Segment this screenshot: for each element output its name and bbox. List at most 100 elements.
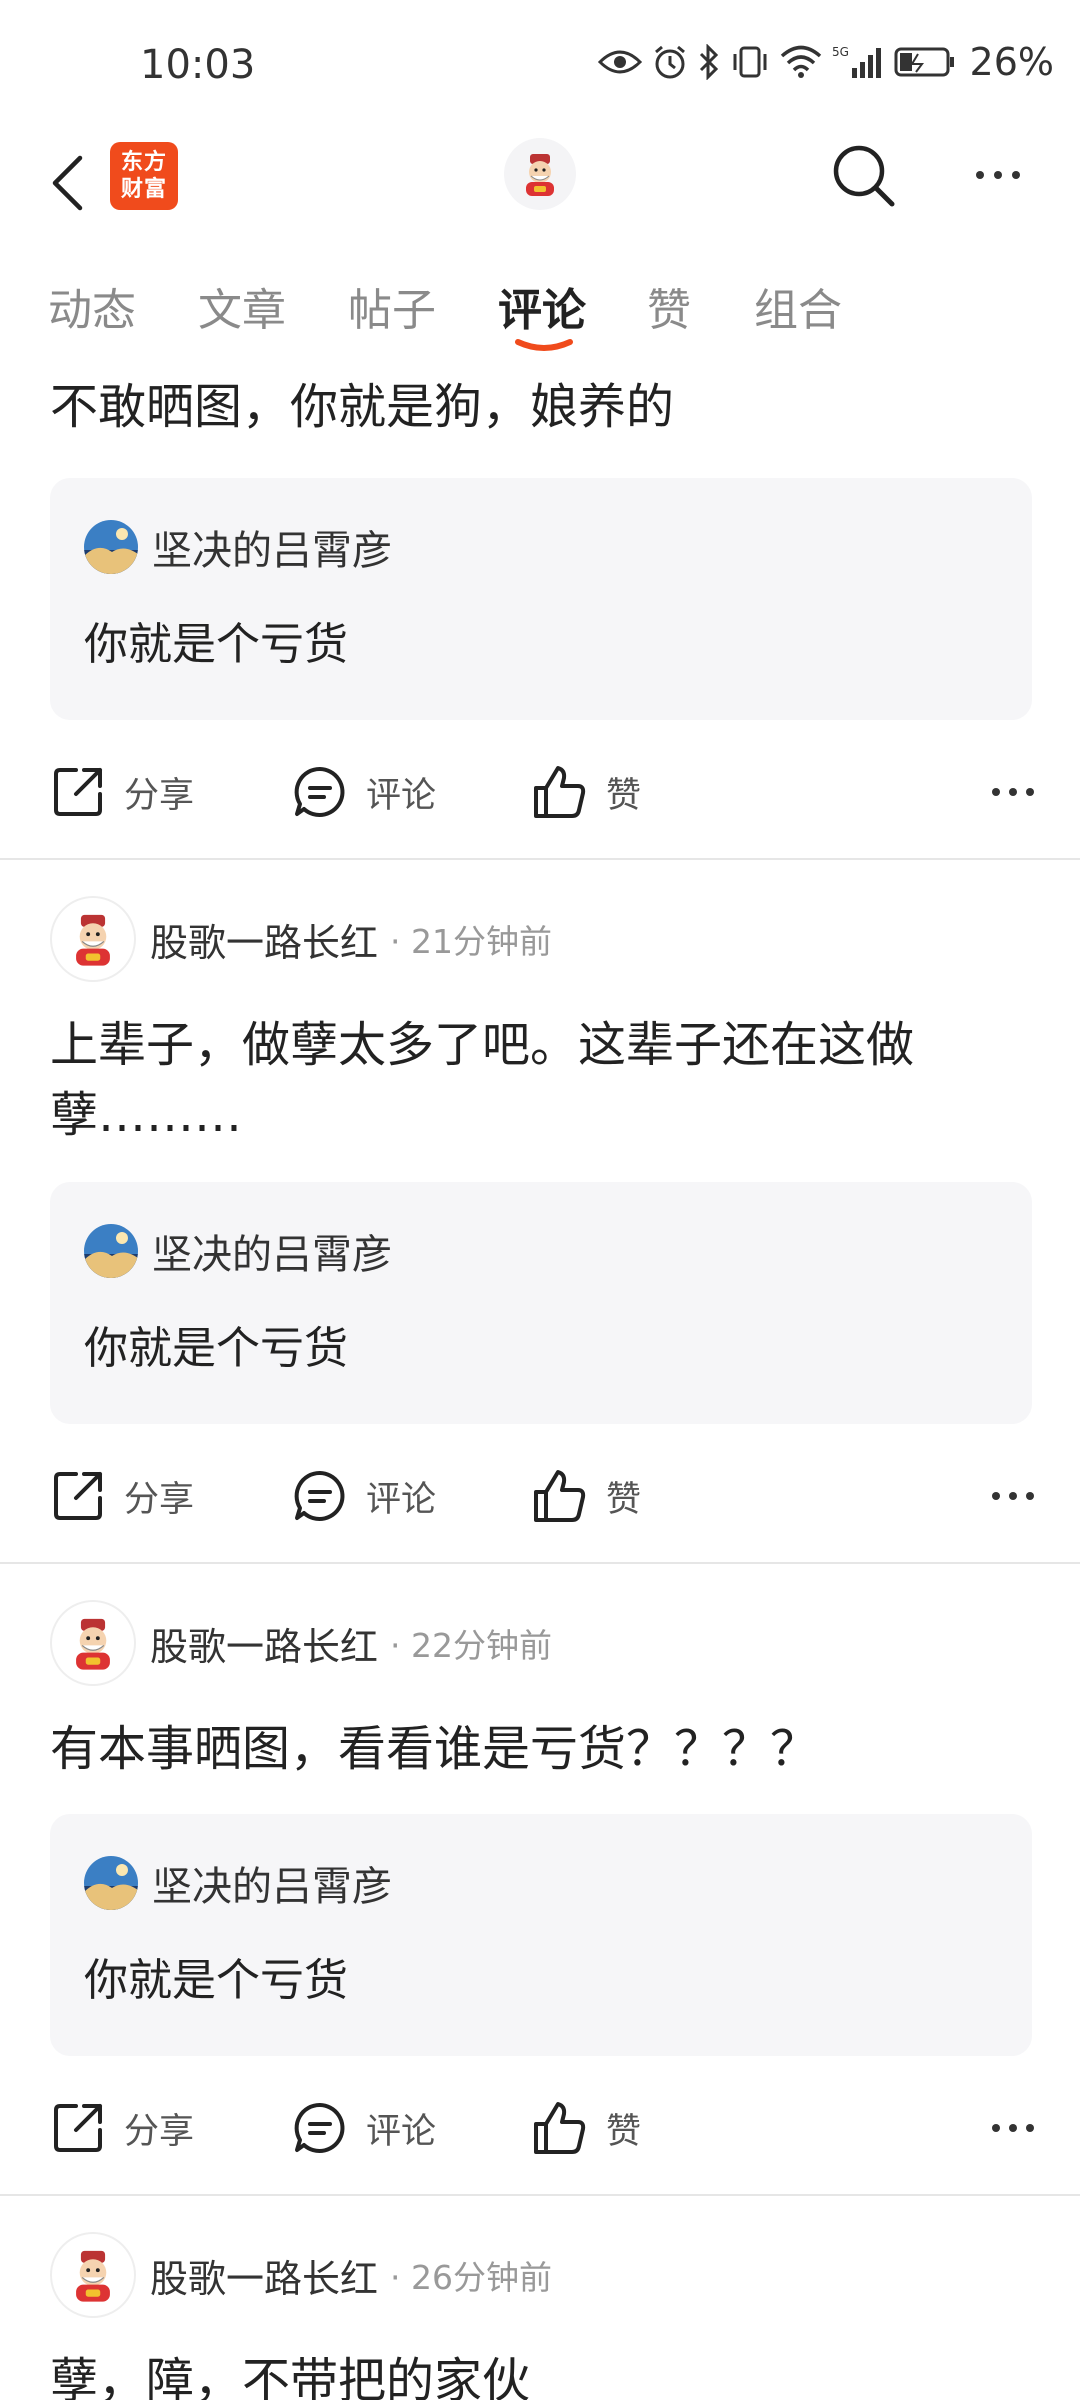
app-logo[interactable]: 东方 财富 [110,142,178,210]
comment-label: 评论 [366,775,437,816]
quoted-author: 坚决的吕霄彦 [84,1222,392,1280]
battery-icon [894,47,954,77]
nav-bar: 东方 财富 [0,130,1080,240]
thumbs-up-icon [534,1470,586,1522]
landscape-avatar-icon [84,1224,138,1278]
bluetooth-icon [699,44,718,80]
tab-portfolio[interactable]: 组合 [754,274,842,338]
svg-text:5G: 5G [832,45,849,59]
search-icon [833,145,895,207]
share-button[interactable]: 分享 [50,2088,194,2168]
thumbs-up-icon [534,2102,586,2154]
like-label: 赞 [606,1479,642,1520]
battery-percent: 26% [969,40,1054,84]
quoted-author-avatar[interactable] [84,520,138,574]
comment-card: 股歌一路长红 · 26分钟前 孽，障，不带把的家伙 [0,2196,1080,2400]
logo-line-2: 财富 [120,177,167,202]
comment-time: · 26分钟前 [390,2258,552,2297]
comment-actions: 分享 评论 赞 [0,2088,1080,2168]
comment-more-button[interactable] [992,2088,1034,2168]
comment-more-button[interactable] [992,1456,1034,1536]
author-name[interactable]: 股歌一路长红 [150,2248,378,2303]
author-avatar[interactable] [50,1600,136,1686]
vibrate-icon [733,46,767,78]
comment-icon [294,766,345,817]
tab-articles[interactable]: 文章 [198,274,286,338]
share-label: 分享 [124,775,195,816]
comment-card: 不敢晒图，你就是狗，娘养的 坚决的吕霄彦 你就是个亏货 分享 评论 赞 [0,362,1080,860]
chevron-left-icon [52,155,83,211]
like-label: 赞 [606,775,642,816]
tab-comments[interactable]: 评论 [498,274,586,338]
search-button[interactable] [826,138,902,214]
quoted-comment[interactable]: 坚决的吕霄彦 你就是个亏货 [50,1814,1032,2056]
comment-button[interactable]: 评论 [292,1456,436,1536]
landscape-avatar-icon [84,520,138,574]
quoted-comment[interactable]: 坚决的吕霄彦 你就是个亏货 [50,478,1032,720]
share-button[interactable]: 分享 [50,752,194,832]
tab-posts[interactable]: 帖子 [348,274,436,338]
like-button[interactable]: 赞 [532,2088,641,2168]
comment-header: 股歌一路长红 · 21分钟前 [50,896,552,982]
fortune-god-icon [76,914,110,966]
profile-avatar[interactable] [504,138,576,210]
comment-actions: 分享 评论 赞 [0,1456,1080,1536]
eye-icon [597,50,642,74]
alarm-icon [654,45,685,79]
comment-icon [294,1470,345,1521]
active-tab-indicator [515,339,573,351]
share-label: 分享 [124,2111,195,2152]
comment-card: 股歌一路长红 · 22分钟前 有本事晒图，看看谁是亏货？？？？ 坚决的吕霄彦 你… [0,1564,1080,2196]
comment-text[interactable]: 不敢晒图，你就是狗，娘养的 [50,372,1040,442]
profile-tabs: 动态 文章 帖子 评论 赞 组合 [0,262,1080,362]
quoted-author-name[interactable]: 坚决的吕霄彦 [152,1854,392,1912]
tab-likes[interactable]: 赞 [647,274,691,338]
wifi-icon [780,45,821,78]
like-label: 赞 [606,2111,642,2152]
quoted-author: 坚决的吕霄彦 [84,518,392,576]
comment-feed: 不敢晒图，你就是狗，娘养的 坚决的吕霄彦 你就是个亏货 分享 评论 赞 股歌一路… [0,362,1080,2400]
status-time: 10:03 [140,42,256,88]
share-icon [54,2104,102,2152]
quoted-comment-text: 你就是个亏货 [84,1955,348,2006]
like-button[interactable]: 赞 [532,1456,641,1536]
like-button[interactable]: 赞 [532,752,641,832]
comment-text[interactable]: 有本事晒图，看看谁是亏货？？？？ [50,1714,1040,1784]
quoted-author: 坚决的吕霄彦 [84,1854,392,1912]
signal-icon: 5G [832,45,881,78]
quoted-author-name[interactable]: 坚决的吕霄彦 [152,518,392,576]
comment-label: 评论 [366,2111,437,2152]
author-name[interactable]: 股歌一路长红 [150,912,378,967]
landscape-avatar-icon [84,1856,138,1910]
comment-time: · 22分钟前 [390,1626,552,1665]
comment-actions: 分享 评论 赞 [0,752,1080,832]
more-options-button[interactable] [960,150,1036,200]
author-avatar[interactable] [50,2232,136,2318]
share-label: 分享 [124,1479,195,1520]
logo-line-1: 东方 [120,150,167,175]
comment-button[interactable]: 评论 [292,2088,436,2168]
comment-time: · 21分钟前 [390,922,552,961]
comment-text[interactable]: 上辈子，做孽太多了吧。这辈子还在这做孽……… [50,1010,1040,1150]
comment-header: 股歌一路长红 · 26分钟前 [50,2232,552,2318]
tab-dynamic[interactable]: 动态 [48,274,136,338]
comment-text[interactable]: 孽，障，不带把的家伙 [50,2346,1040,2400]
comment-card: 股歌一路长红 · 21分钟前 上辈子，做孽太多了吧。这辈子还在这做孽……… 坚决… [0,860,1080,1564]
author-avatar[interactable] [50,896,136,982]
back-button[interactable] [42,148,92,218]
fortune-god-icon [76,2250,110,2302]
share-icon [54,1472,102,1520]
comment-icon [294,2102,345,2153]
author-name[interactable]: 股歌一路长红 [150,1616,378,1671]
status-bar: 10:03 5G 26% [0,0,1080,130]
comment-more-button[interactable] [992,752,1034,832]
status-icons: 5G 26% [597,40,1054,84]
quoted-comment[interactable]: 坚决的吕霄彦 你就是个亏货 [50,1182,1032,1424]
thumbs-up-icon [534,766,586,818]
quoted-author-avatar[interactable] [84,1224,138,1278]
quoted-author-avatar[interactable] [84,1856,138,1910]
quoted-author-name[interactable]: 坚决的吕霄彦 [152,1222,392,1280]
share-button[interactable]: 分享 [50,1456,194,1536]
quoted-comment-text: 你就是个亏货 [84,1323,348,1374]
comment-button[interactable]: 评论 [292,752,436,832]
